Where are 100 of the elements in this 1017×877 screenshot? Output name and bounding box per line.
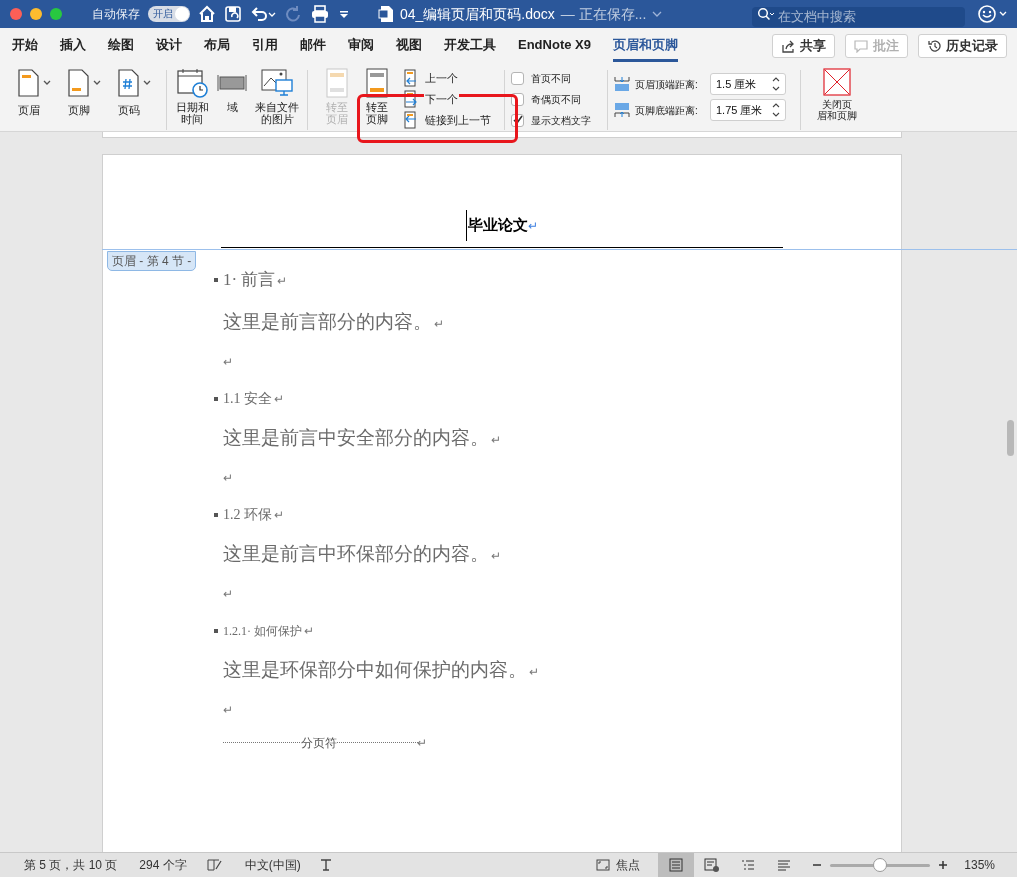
scrollbar-thumb[interactable] (1007, 420, 1014, 456)
zoom-in-icon (938, 860, 949, 870)
stepper-icon (772, 77, 780, 91)
footer-button[interactable]: 页脚 (60, 68, 108, 122)
ribbon-tab[interactable]: 绘图 (108, 28, 134, 62)
macro-icon (318, 858, 333, 872)
ribbon-tab[interactable]: 审阅 (348, 28, 374, 62)
header-distance-icon (614, 76, 630, 92)
save-icon (224, 5, 242, 23)
history-button[interactable]: 历史记录 (918, 34, 1007, 58)
zoom-button[interactable] (50, 8, 62, 20)
next-section-button[interactable]: 下一个 (402, 89, 492, 109)
home-icon (198, 5, 216, 23)
option-checkbox[interactable]: 显示文档文字 (511, 111, 601, 129)
language-status[interactable]: 中文(中国) (244, 856, 301, 874)
footer-distance-icon (614, 102, 630, 118)
caret-icon (93, 80, 101, 86)
distance-spinner[interactable]: 1.5 厘米 (710, 73, 786, 95)
minimize-button[interactable] (30, 8, 42, 20)
distance-label: 页眉顶端距离: (635, 77, 699, 92)
header-text: 毕业论文↵ (466, 210, 538, 241)
outline-view-icon (740, 858, 757, 872)
comment-icon (854, 39, 868, 53)
body-paragraph: 这里是前言中安全部分的内容。↵ (223, 425, 501, 450)
link-section-icon (402, 111, 418, 129)
close-header-footer-button[interactable]: 关闭页 眉和页脚 (807, 68, 867, 128)
footer-section-icon (366, 68, 388, 98)
focus-button[interactable]: 焦点 (596, 856, 641, 874)
ribbon-tab[interactable]: 布局 (204, 28, 230, 62)
redo-icon (284, 5, 302, 23)
distance-spinner[interactable]: 1.75 厘米 (710, 99, 786, 121)
document-icon (378, 5, 394, 23)
date-button[interactable]: 日期和 时间 (173, 68, 211, 128)
print-view-button[interactable] (658, 853, 695, 877)
header-page-icon (17, 69, 39, 97)
close-button[interactable] (10, 8, 22, 20)
page-number-icon (117, 69, 139, 97)
header-section-tag: 页眉 - 第 4 节 - (107, 251, 197, 271)
history-icon (927, 39, 941, 53)
paragraph-mark: ↵ (417, 735, 427, 752)
paragraph-mark: ↵ (223, 353, 233, 371)
heading-text: 1.2.1· 如何保护 ↵ (223, 622, 314, 640)
caret-icon (652, 9, 663, 19)
print-icon (310, 5, 330, 23)
previous-section-button[interactable]: 上一个 (402, 68, 492, 88)
word-count[interactable]: 294 个字 (139, 856, 187, 874)
stepper-icon (772, 103, 780, 117)
caret-icon (43, 80, 51, 86)
proofing-icon (206, 858, 223, 872)
web-view-icon (704, 858, 721, 872)
ribbon-tab[interactable]: 插入 (60, 28, 86, 62)
header-button[interactable]: 页眉 (10, 68, 58, 122)
share-button[interactable]: 共享 (772, 34, 835, 58)
page-break-label: 分页符 (301, 734, 337, 752)
option-checkbox[interactable]: 奇偶页不同 (511, 90, 601, 108)
heading-text: 1· 前言↵ (223, 269, 288, 292)
page-count[interactable]: 第 5 页，共 10 页 (24, 856, 118, 874)
heading-bullet (214, 278, 218, 282)
search-field[interactable]: 在文档中搜索 (752, 6, 965, 27)
ribbon-tab[interactable]: 邮件 (300, 28, 326, 62)
paragraph-mark: ↵ (223, 469, 233, 487)
heading-bullet (214, 396, 218, 401)
ribbon-tab[interactable]: 引用 (252, 28, 278, 62)
field-button[interactable]: 域 (217, 68, 247, 128)
option-checkbox[interactable]: 首页不同 (511, 69, 601, 87)
ribbon-tab[interactable]: 视图 (396, 28, 422, 62)
ribbon-tab[interactable]: 开始 (12, 28, 38, 62)
document-title: 04_编辑页眉和页码.docx (400, 4, 555, 24)
picture-icon (260, 68, 294, 98)
footer-page-icon (67, 69, 89, 97)
caret-icon (143, 80, 151, 86)
paragraph-mark: ↵ (223, 585, 233, 603)
image-button[interactable]: 来自文件 的图片 (253, 68, 301, 128)
heading-bullet (214, 628, 218, 633)
calendar-clock-icon (176, 68, 208, 98)
zoom-slider-thumb[interactable] (873, 857, 888, 872)
smiley-icon (977, 4, 1007, 24)
paragraph-mark: ↵ (223, 701, 233, 719)
distance-label: 页脚底端距离: (635, 103, 699, 118)
close-icon (823, 68, 851, 96)
checkmark-icon (512, 115, 523, 125)
autosave-label: 自动保存 (92, 6, 140, 23)
undo-icon (250, 5, 276, 23)
go-to-footer-button[interactable]: 转至 页脚 (362, 68, 392, 128)
search-icon (757, 7, 775, 21)
ribbon-tab[interactable]: 开发工具 (444, 28, 496, 62)
header-section-icon (326, 68, 348, 98)
print-view-icon (668, 858, 685, 872)
ribbon-tab[interactable]: EndNote X9 (518, 28, 591, 62)
save-status: — 正在保存... (560, 4, 647, 24)
body-paragraph: 这里是前言中环保部分的内容。↵ (223, 541, 501, 566)
ribbon-tab[interactable]: 设计 (156, 28, 182, 62)
zoom-level[interactable]: 135% (964, 856, 995, 874)
autosave-toggle[interactable]: 开启 (148, 6, 190, 22)
page-number-button[interactable]: 页码 (110, 68, 158, 122)
share-icon (781, 39, 795, 53)
heading-text: 1.1 安全↵ (223, 390, 284, 408)
heading-text: 1.2 环保↵ (223, 506, 284, 524)
body-paragraph: 这里是前言部分的内容。↵ (223, 309, 444, 334)
focus-icon (596, 859, 611, 871)
